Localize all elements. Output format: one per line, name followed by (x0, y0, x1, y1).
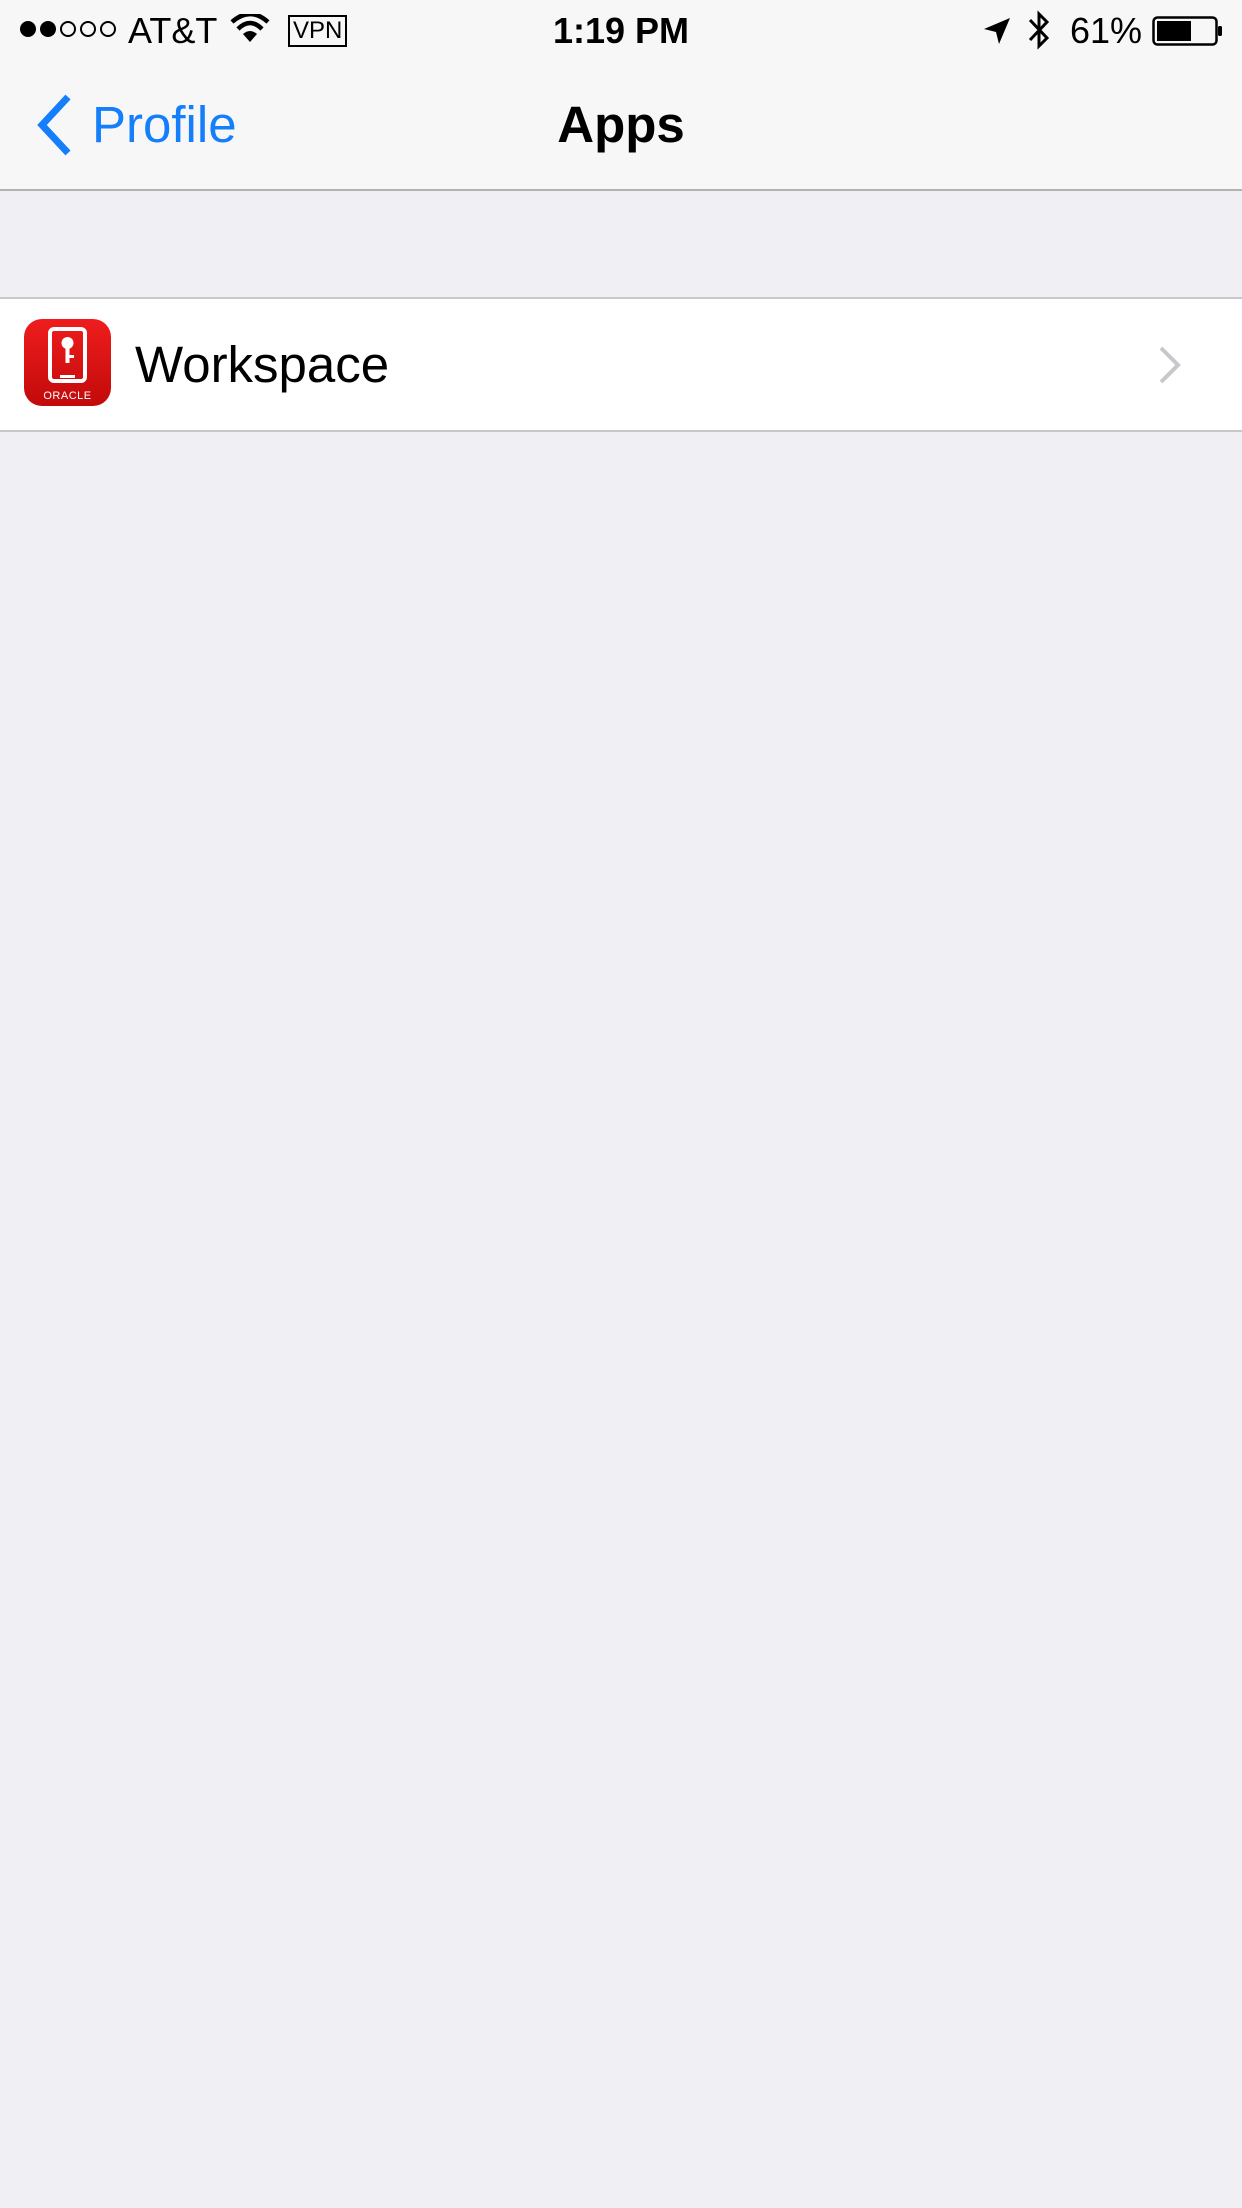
battery-icon (1152, 16, 1222, 46)
battery-percentage: 61% (1070, 10, 1143, 51)
page-title: Apps (557, 96, 685, 153)
navigation-bar: Profile Apps (0, 62, 1242, 189)
location-arrow-icon (984, 18, 1010, 44)
chevron-right-icon (1159, 346, 1181, 384)
list-item-workspace[interactable]: ORACLE Workspace (0, 299, 1242, 430)
status-time: 1:19 PM (552, 10, 690, 51)
oracle-logo-text: ORACLE (43, 390, 91, 402)
top-chrome: AT&T VPN 1:19 PM 61% Profile Apps (0, 0, 1242, 191)
oracle-workspace-app-icon: ORACLE (24, 319, 111, 406)
app-name: Workspace (135, 336, 390, 393)
bluetooth-icon (1028, 10, 1050, 50)
app-list: ORACLE Workspace (0, 297, 1242, 432)
status-bar: AT&T VPN 1:19 PM 61% (0, 0, 1242, 62)
phone-key-icon: ORACLE (43, 327, 91, 402)
